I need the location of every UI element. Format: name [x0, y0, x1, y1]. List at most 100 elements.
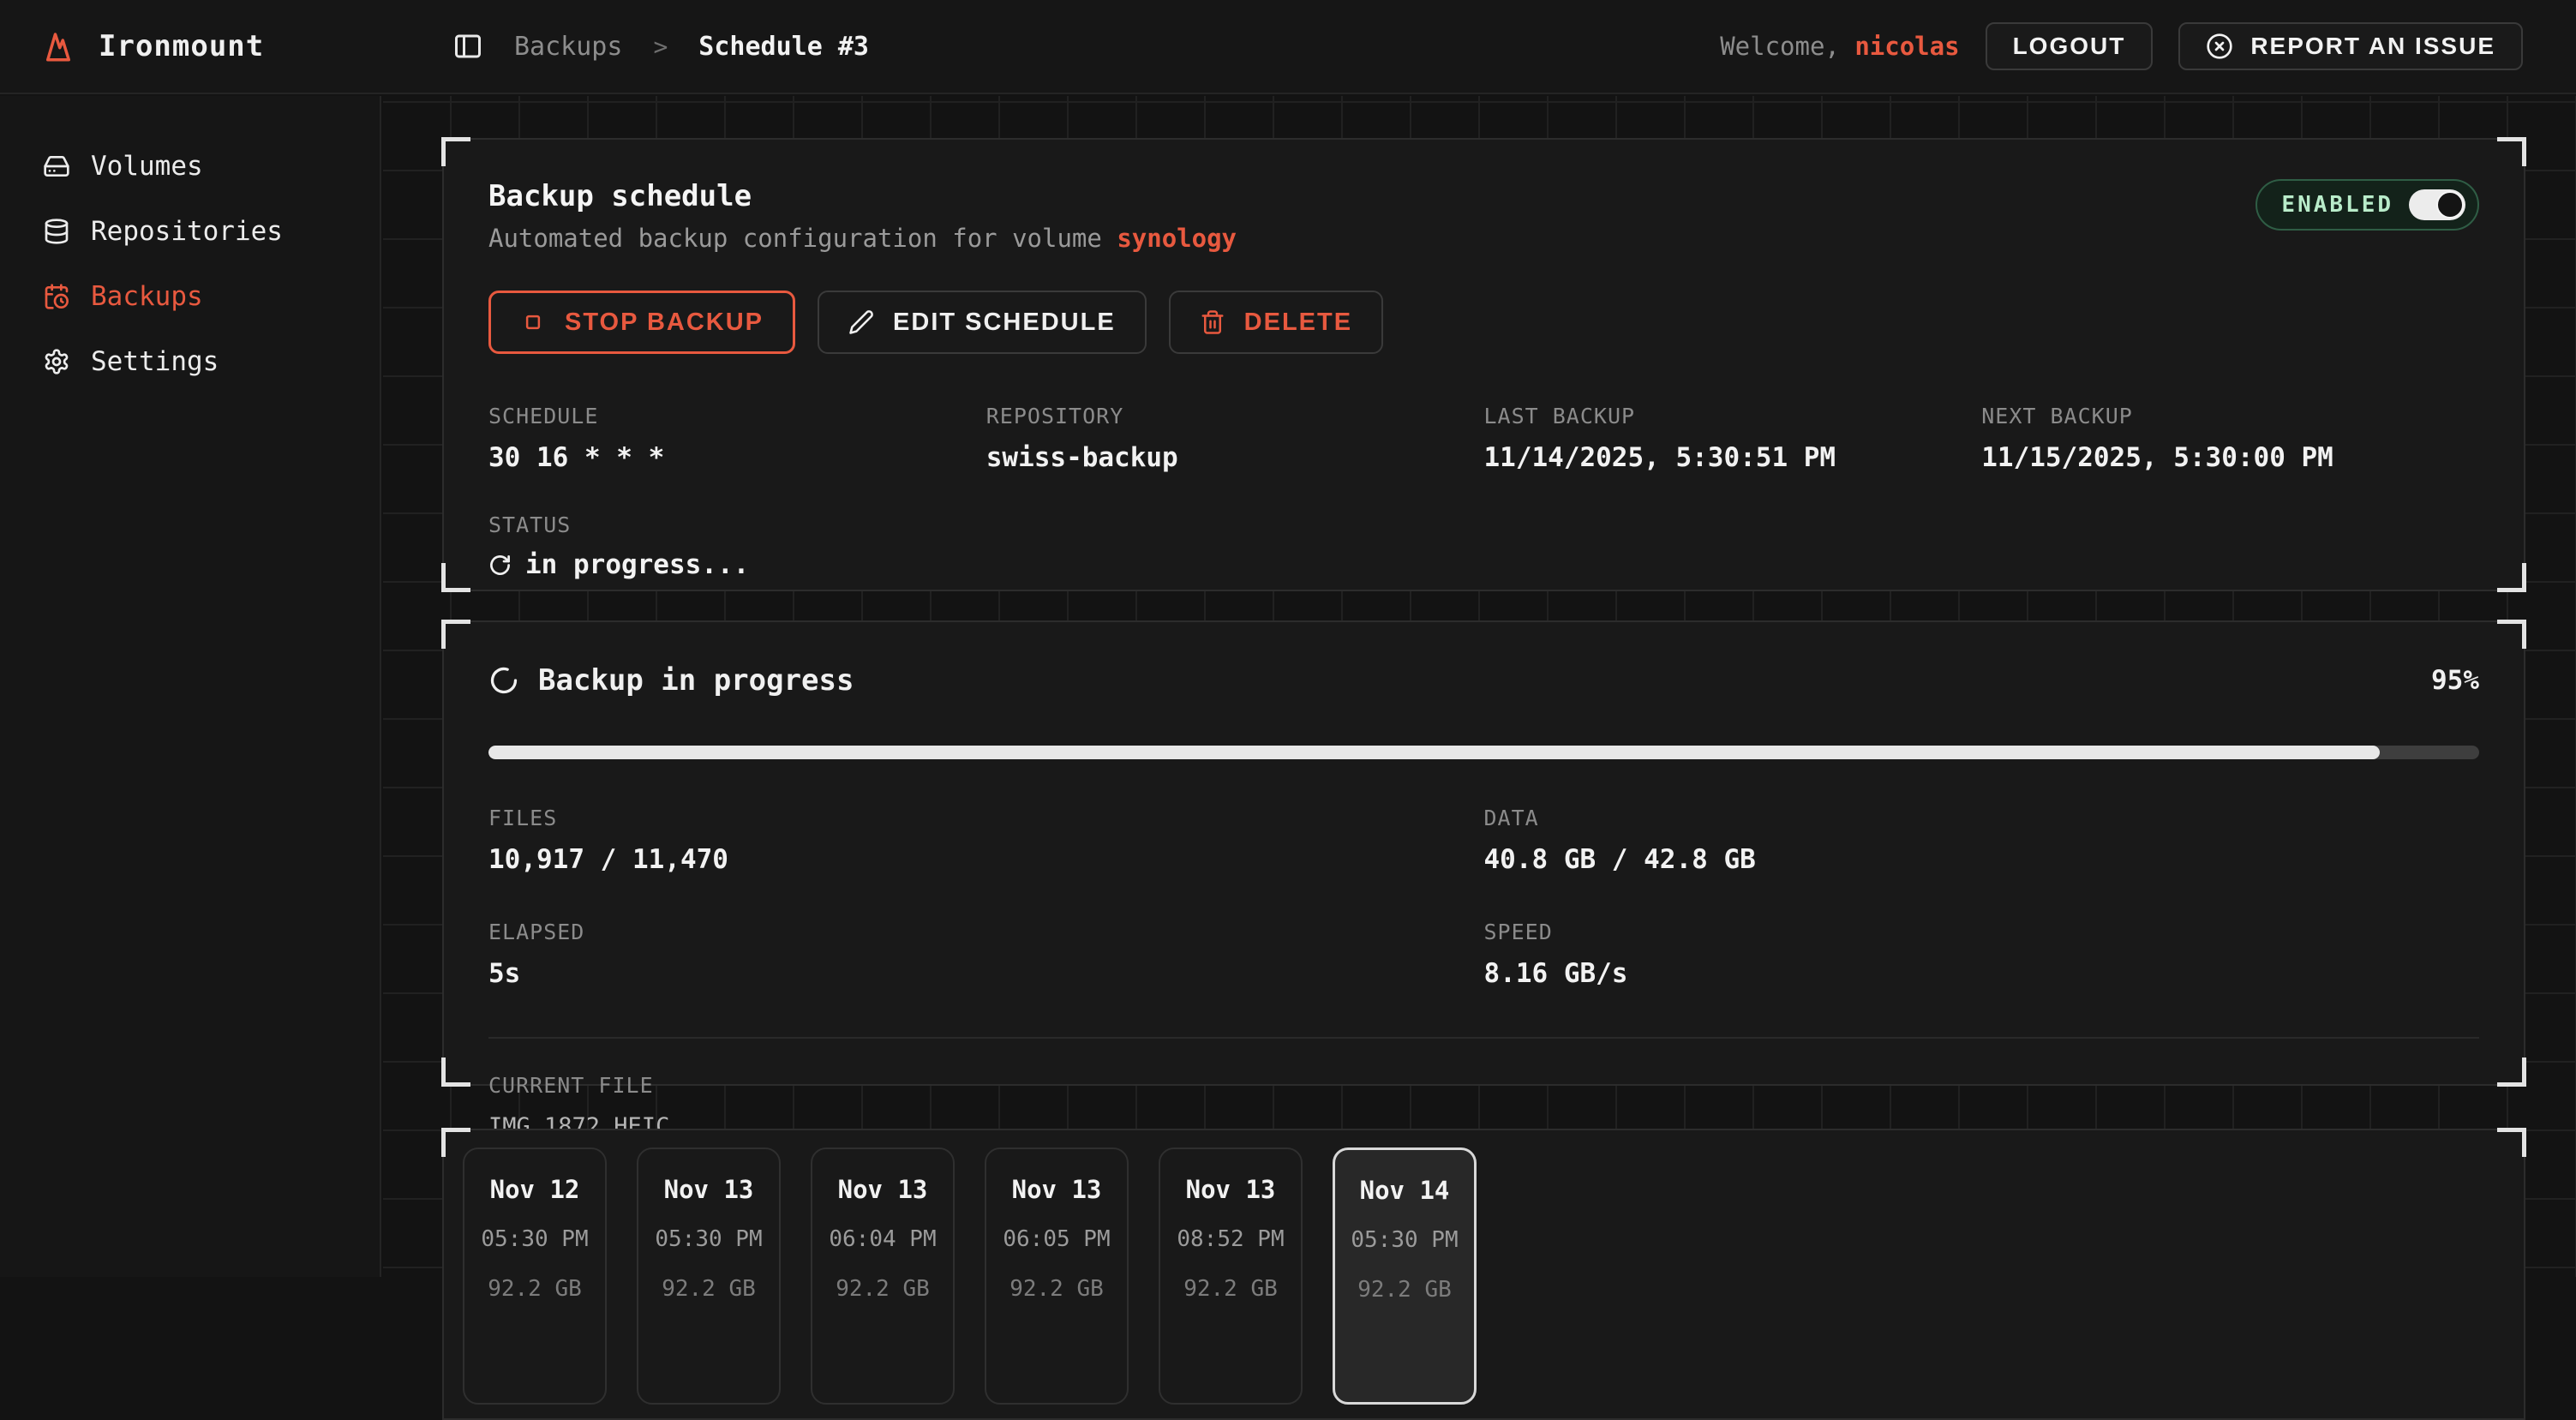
- current-file-label: CURRENT FILE: [488, 1073, 2479, 1098]
- logout-button[interactable]: LOGOUT: [1986, 22, 2154, 70]
- stat-label: ELAPSED: [488, 920, 1484, 944]
- rotate-cw-icon: [488, 554, 512, 577]
- stat-files: FILES 10,917 / 11,470: [488, 806, 1484, 875]
- toggle-knob: [2436, 191, 2464, 219]
- report-issue-label: REPORT AN ISSUE: [2250, 33, 2495, 60]
- snapshot-tile[interactable]: Nov 12 05:30 PM 92.2 GB: [463, 1147, 607, 1405]
- snapshot-date: Nov 13: [812, 1175, 953, 1204]
- edit-schedule-button[interactable]: EDIT SCHEDULE: [818, 291, 1147, 354]
- main-content: Backup schedule Automated backup configu…: [383, 96, 2576, 1277]
- toggle-switch[interactable]: [2409, 189, 2465, 220]
- snapshot-time: 05:30 PM: [638, 1226, 779, 1252]
- field-schedule: SCHEDULE 30 16 * * *: [488, 404, 986, 473]
- snapshot-size: 92.2 GB: [1335, 1277, 1474, 1303]
- top-bar: Ironmount Backups > Schedule #3 Welcome,…: [0, 0, 2576, 94]
- database-icon: [43, 218, 70, 245]
- snapshot-time: 08:52 PM: [1160, 1226, 1301, 1252]
- status-value: in progress...: [525, 549, 749, 580]
- enabled-toggle[interactable]: ENABLED: [2255, 179, 2479, 231]
- enabled-label: ENABLED: [2281, 192, 2393, 218]
- app-title: Ironmount: [99, 29, 264, 63]
- snapshot-date: Nov 13: [1160, 1175, 1301, 1204]
- corner-bracket: [441, 620, 470, 649]
- divider: [488, 1037, 2479, 1039]
- snapshot-time: 06:04 PM: [812, 1226, 953, 1252]
- stat-value: 8.16 GB/s: [1484, 958, 2480, 989]
- pencil-icon: [848, 309, 874, 335]
- corner-bracket: [441, 1058, 470, 1087]
- corner-bracket: [441, 137, 470, 166]
- snapshot-time: 06:05 PM: [986, 1226, 1127, 1252]
- logout-label: LOGOUT: [2013, 33, 2126, 60]
- sidebar-item-label: Volumes: [91, 151, 203, 182]
- snapshot-date: Nov 13: [986, 1175, 1127, 1204]
- username: nicolas: [1854, 32, 1959, 61]
- field-label: SCHEDULE: [488, 404, 986, 428]
- breadcrumb-separator: >: [653, 33, 668, 61]
- snapshot-time: 05:30 PM: [1335, 1227, 1474, 1253]
- snapshot-size: 92.2 GB: [986, 1276, 1127, 1302]
- snapshots-card: Nov 12 05:30 PM 92.2 GB Nov 13 05:30 PM …: [442, 1129, 2525, 1420]
- hard-drive-icon: [43, 153, 70, 180]
- corner-bracket: [441, 563, 470, 592]
- sidebar-item-volumes[interactable]: Volumes: [0, 134, 380, 199]
- snapshot-list: Nov 12 05:30 PM 92.2 GB Nov 13 05:30 PM …: [463, 1147, 2505, 1405]
- snapshot-size: 92.2 GB: [464, 1276, 605, 1302]
- field-next-backup: NEXT BACKUP 11/15/2025, 5:30:00 PM: [1981, 404, 2479, 473]
- stat-speed: SPEED 8.16 GB/s: [1484, 920, 2480, 989]
- stat-data: DATA 40.8 GB / 42.8 GB: [1484, 806, 2480, 875]
- snapshot-date: Nov 14: [1335, 1176, 1474, 1205]
- corner-bracket: [441, 1128, 470, 1157]
- loader-spinner-icon: [488, 665, 519, 696]
- stat-label: FILES: [488, 806, 1484, 830]
- snapshot-tile[interactable]: Nov 13 06:04 PM 92.2 GB: [811, 1147, 955, 1405]
- field-label: NEXT BACKUP: [1981, 404, 2479, 428]
- sidebar-item-label: Backups: [91, 281, 203, 312]
- trash-icon: [1200, 309, 1225, 335]
- edit-schedule-label: EDIT SCHEDULE: [893, 309, 1116, 337]
- progress-bar-fill: [488, 746, 2380, 759]
- breadcrumb-backups[interactable]: Backups: [514, 32, 622, 62]
- stat-value: 10,917 / 11,470: [488, 844, 1484, 875]
- gear-icon: [43, 348, 70, 375]
- field-repository: REPOSITORY swiss-backup: [986, 404, 1484, 473]
- delete-label: DELETE: [1244, 309, 1352, 337]
- sidebar-item-label: Settings: [91, 346, 219, 377]
- delete-button[interactable]: DELETE: [1169, 291, 1383, 354]
- stat-value: 5s: [488, 958, 1484, 989]
- report-issue-button[interactable]: REPORT AN ISSUE: [2178, 22, 2523, 70]
- progress-stats: FILES 10,917 / 11,470 DATA 40.8 GB / 42.…: [488, 806, 2479, 989]
- ironmount-logo-icon: [40, 28, 76, 64]
- schedule-fields: SCHEDULE 30 16 * * * REPOSITORY swiss-ba…: [488, 404, 2479, 473]
- field-value: 11/14/2025, 5:30:51 PM: [1484, 442, 1982, 473]
- circle-x-icon: [2206, 33, 2233, 60]
- welcome-text: Welcome, nicolas: [1720, 32, 1959, 61]
- sidebar-item-label: Repositories: [91, 216, 283, 247]
- breadcrumb-current: Schedule #3: [698, 32, 869, 62]
- field-value: 11/15/2025, 5:30:00 PM: [1981, 442, 2479, 473]
- field-label: LAST BACKUP: [1484, 404, 1982, 428]
- field-label: REPOSITORY: [986, 404, 1484, 428]
- snapshot-size: 92.2 GB: [812, 1276, 953, 1302]
- snapshot-tile[interactable]: Nov 13 06:05 PM 92.2 GB: [985, 1147, 1129, 1405]
- calendar-clock-icon: [43, 283, 70, 310]
- snapshot-tile[interactable]: Nov 13 08:52 PM 92.2 GB: [1159, 1147, 1303, 1405]
- progress-percent: 95%: [2431, 665, 2479, 696]
- stop-square-icon: [520, 309, 546, 335]
- stop-backup-button[interactable]: STOP BACKUP: [488, 291, 795, 354]
- stat-label: DATA: [1484, 806, 2480, 830]
- stat-value: 40.8 GB / 42.8 GB: [1484, 844, 2480, 875]
- snapshot-date: Nov 12: [464, 1175, 605, 1204]
- breadcrumb: Backups > Schedule #3: [452, 31, 869, 62]
- snapshot-tile-selected[interactable]: Nov 14 05:30 PM 92.2 GB: [1333, 1147, 1477, 1405]
- snapshot-tile[interactable]: Nov 13 05:30 PM 92.2 GB: [637, 1147, 781, 1405]
- sidebar-item-repositories[interactable]: Repositories: [0, 199, 380, 264]
- sidebar-item-settings[interactable]: Settings: [0, 329, 380, 394]
- sidebar-item-backups[interactable]: Backups: [0, 264, 380, 329]
- status-block: STATUS in progress...: [488, 512, 2479, 580]
- backup-schedule-card: Backup schedule Automated backup configu…: [442, 138, 2525, 591]
- card-title: Backup schedule: [488, 179, 1237, 213]
- sidebar-toggle-icon[interactable]: [452, 31, 483, 62]
- sidebar: Volumes Repositories Backups Settings: [0, 96, 381, 1277]
- corner-bracket: [2497, 620, 2526, 649]
